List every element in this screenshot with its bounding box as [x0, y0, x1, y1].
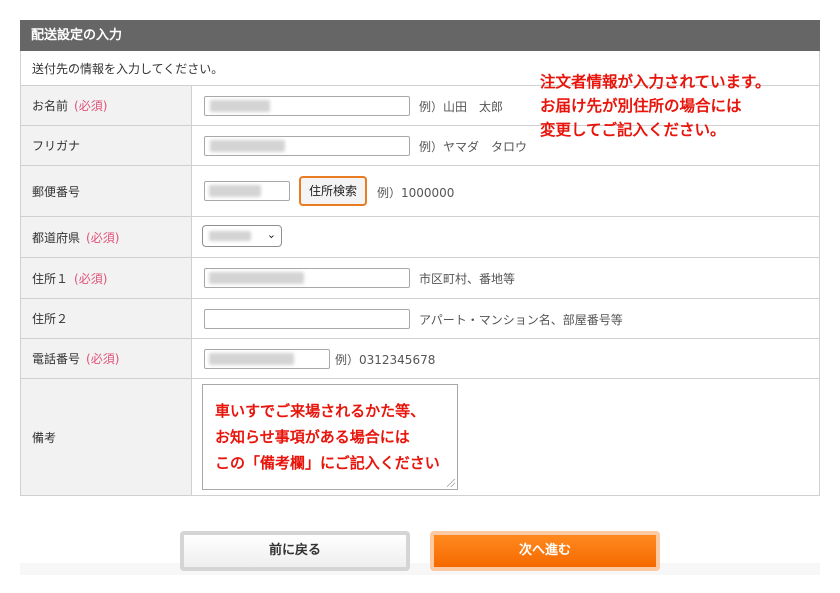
prefecture-select[interactable]: ⌄: [202, 225, 282, 247]
remarks-textarea[interactable]: 車いすでご来場されるかた等、 お知らせ事項がある場合には この「備考欄」にご記入…: [202, 384, 458, 490]
redacted-value: [209, 231, 251, 241]
postal-field-cell: 住所検索 例）1000000: [191, 165, 820, 217]
address2-row: 住所２ アパート・マンション名、部屋番号等: [20, 298, 820, 339]
name-input[interactable]: [204, 96, 410, 116]
orderer-info-notice: 注文者情報が入力されています。 お届け先が別住所の場合には 変更してご記入くださ…: [540, 70, 771, 142]
address2-field-cell: アパート・マンション名、部屋番号等: [191, 298, 820, 339]
address1-label-cell: 住所１ (必須): [20, 257, 192, 299]
address2-example: アパート・マンション名、部屋番号等: [419, 313, 623, 327]
address1-input[interactable]: [204, 268, 410, 288]
address1-example: 市区町村、番地等: [419, 272, 516, 286]
furigana-label: フリガナ: [32, 139, 81, 153]
prefecture-row: 都道府県 (必須) ⌄: [20, 216, 820, 258]
phone-input[interactable]: [204, 349, 330, 369]
remarks-notice-line: この「備考欄」にご記入ください: [215, 454, 440, 472]
postal-row: 郵便番号 住所検索 例）1000000: [20, 165, 820, 217]
prefecture-label: 都道府県: [32, 230, 81, 245]
address-search-button[interactable]: 住所検索: [299, 176, 367, 206]
postal-label-cell: 郵便番号: [20, 165, 192, 217]
phone-example: 例）0312345678: [335, 353, 436, 367]
form-section-title: 配送設定の入力: [20, 20, 820, 51]
remarks-label: 備考: [32, 430, 57, 445]
required-mark: (必須): [86, 352, 120, 366]
furigana-input[interactable]: [204, 136, 410, 156]
remarks-label-cell: 備考: [20, 378, 192, 496]
phone-label-cell: 電話番号 (必須): [20, 338, 192, 379]
prefecture-field-cell: ⌄: [191, 216, 820, 258]
remarks-row: 備考 車いすでご来場されるかた等、 お知らせ事項がある場合には この「備考欄」に…: [20, 378, 820, 496]
name-label: お名前: [32, 99, 69, 113]
chevron-down-icon: ⌄: [266, 228, 276, 241]
address1-label: 住所１: [32, 271, 69, 286]
remarks-notice-line: お知らせ事項がある場合には: [215, 428, 410, 446]
required-mark: (必須): [74, 99, 108, 113]
redacted-value: [209, 185, 261, 197]
postal-input[interactable]: [204, 181, 290, 201]
address1-field-cell: 市区町村、番地等: [191, 257, 820, 299]
notice-line: 注文者情報が入力されています。: [540, 73, 771, 91]
phone-field-cell: 例）0312345678: [191, 338, 820, 379]
address2-input[interactable]: [204, 309, 410, 329]
remarks-field-cell: 車いすでご来場されるかた等、 お知らせ事項がある場合には この「備考欄」にご記入…: [191, 378, 820, 496]
name-label-cell: お名前 (必須): [20, 85, 192, 126]
required-mark: (必須): [86, 230, 120, 245]
next-button[interactable]: 次へ進む: [430, 531, 660, 571]
postal-label: 郵便番号: [32, 184, 81, 199]
prefecture-label-cell: 都道府県 (必須): [20, 216, 192, 258]
address1-row: 住所１ (必須) 市区町村、番地等: [20, 257, 820, 299]
phone-label: 電話番号: [32, 352, 81, 366]
remarks-notice: 車いすでご来場されるかた等、 お知らせ事項がある場合には この「備考欄」にご記入…: [215, 398, 440, 476]
redacted-value: [210, 140, 285, 152]
redacted-value: [210, 100, 270, 112]
postal-example: 例）1000000: [377, 186, 455, 200]
address2-label: 住所２: [32, 312, 69, 326]
address2-label-cell: 住所２: [20, 298, 192, 339]
notice-line: 変更してご記入ください。: [540, 121, 726, 139]
footer-strip: [20, 563, 820, 575]
resize-grip-icon[interactable]: [447, 479, 455, 487]
shipping-form-table: お名前 (必須) 例）山田 太郎 フリガナ 例）ヤマダ タロウ 郵便番号 住所検索…: [20, 85, 820, 496]
redacted-value: [209, 353, 294, 365]
furigana-label-cell: フリガナ: [20, 125, 192, 166]
furigana-example: 例）ヤマダ タロウ: [419, 140, 528, 154]
remarks-notice-line: 車いすでご来場されるかた等、: [215, 402, 426, 420]
name-example: 例）山田 太郎: [419, 100, 504, 114]
notice-line: お届け先が別住所の場合には: [540, 97, 742, 115]
phone-row: 電話番号 (必須) 例）0312345678: [20, 338, 820, 379]
back-button[interactable]: 前に戻る: [180, 531, 410, 571]
required-mark: (必須): [74, 271, 108, 286]
redacted-value: [209, 272, 304, 284]
